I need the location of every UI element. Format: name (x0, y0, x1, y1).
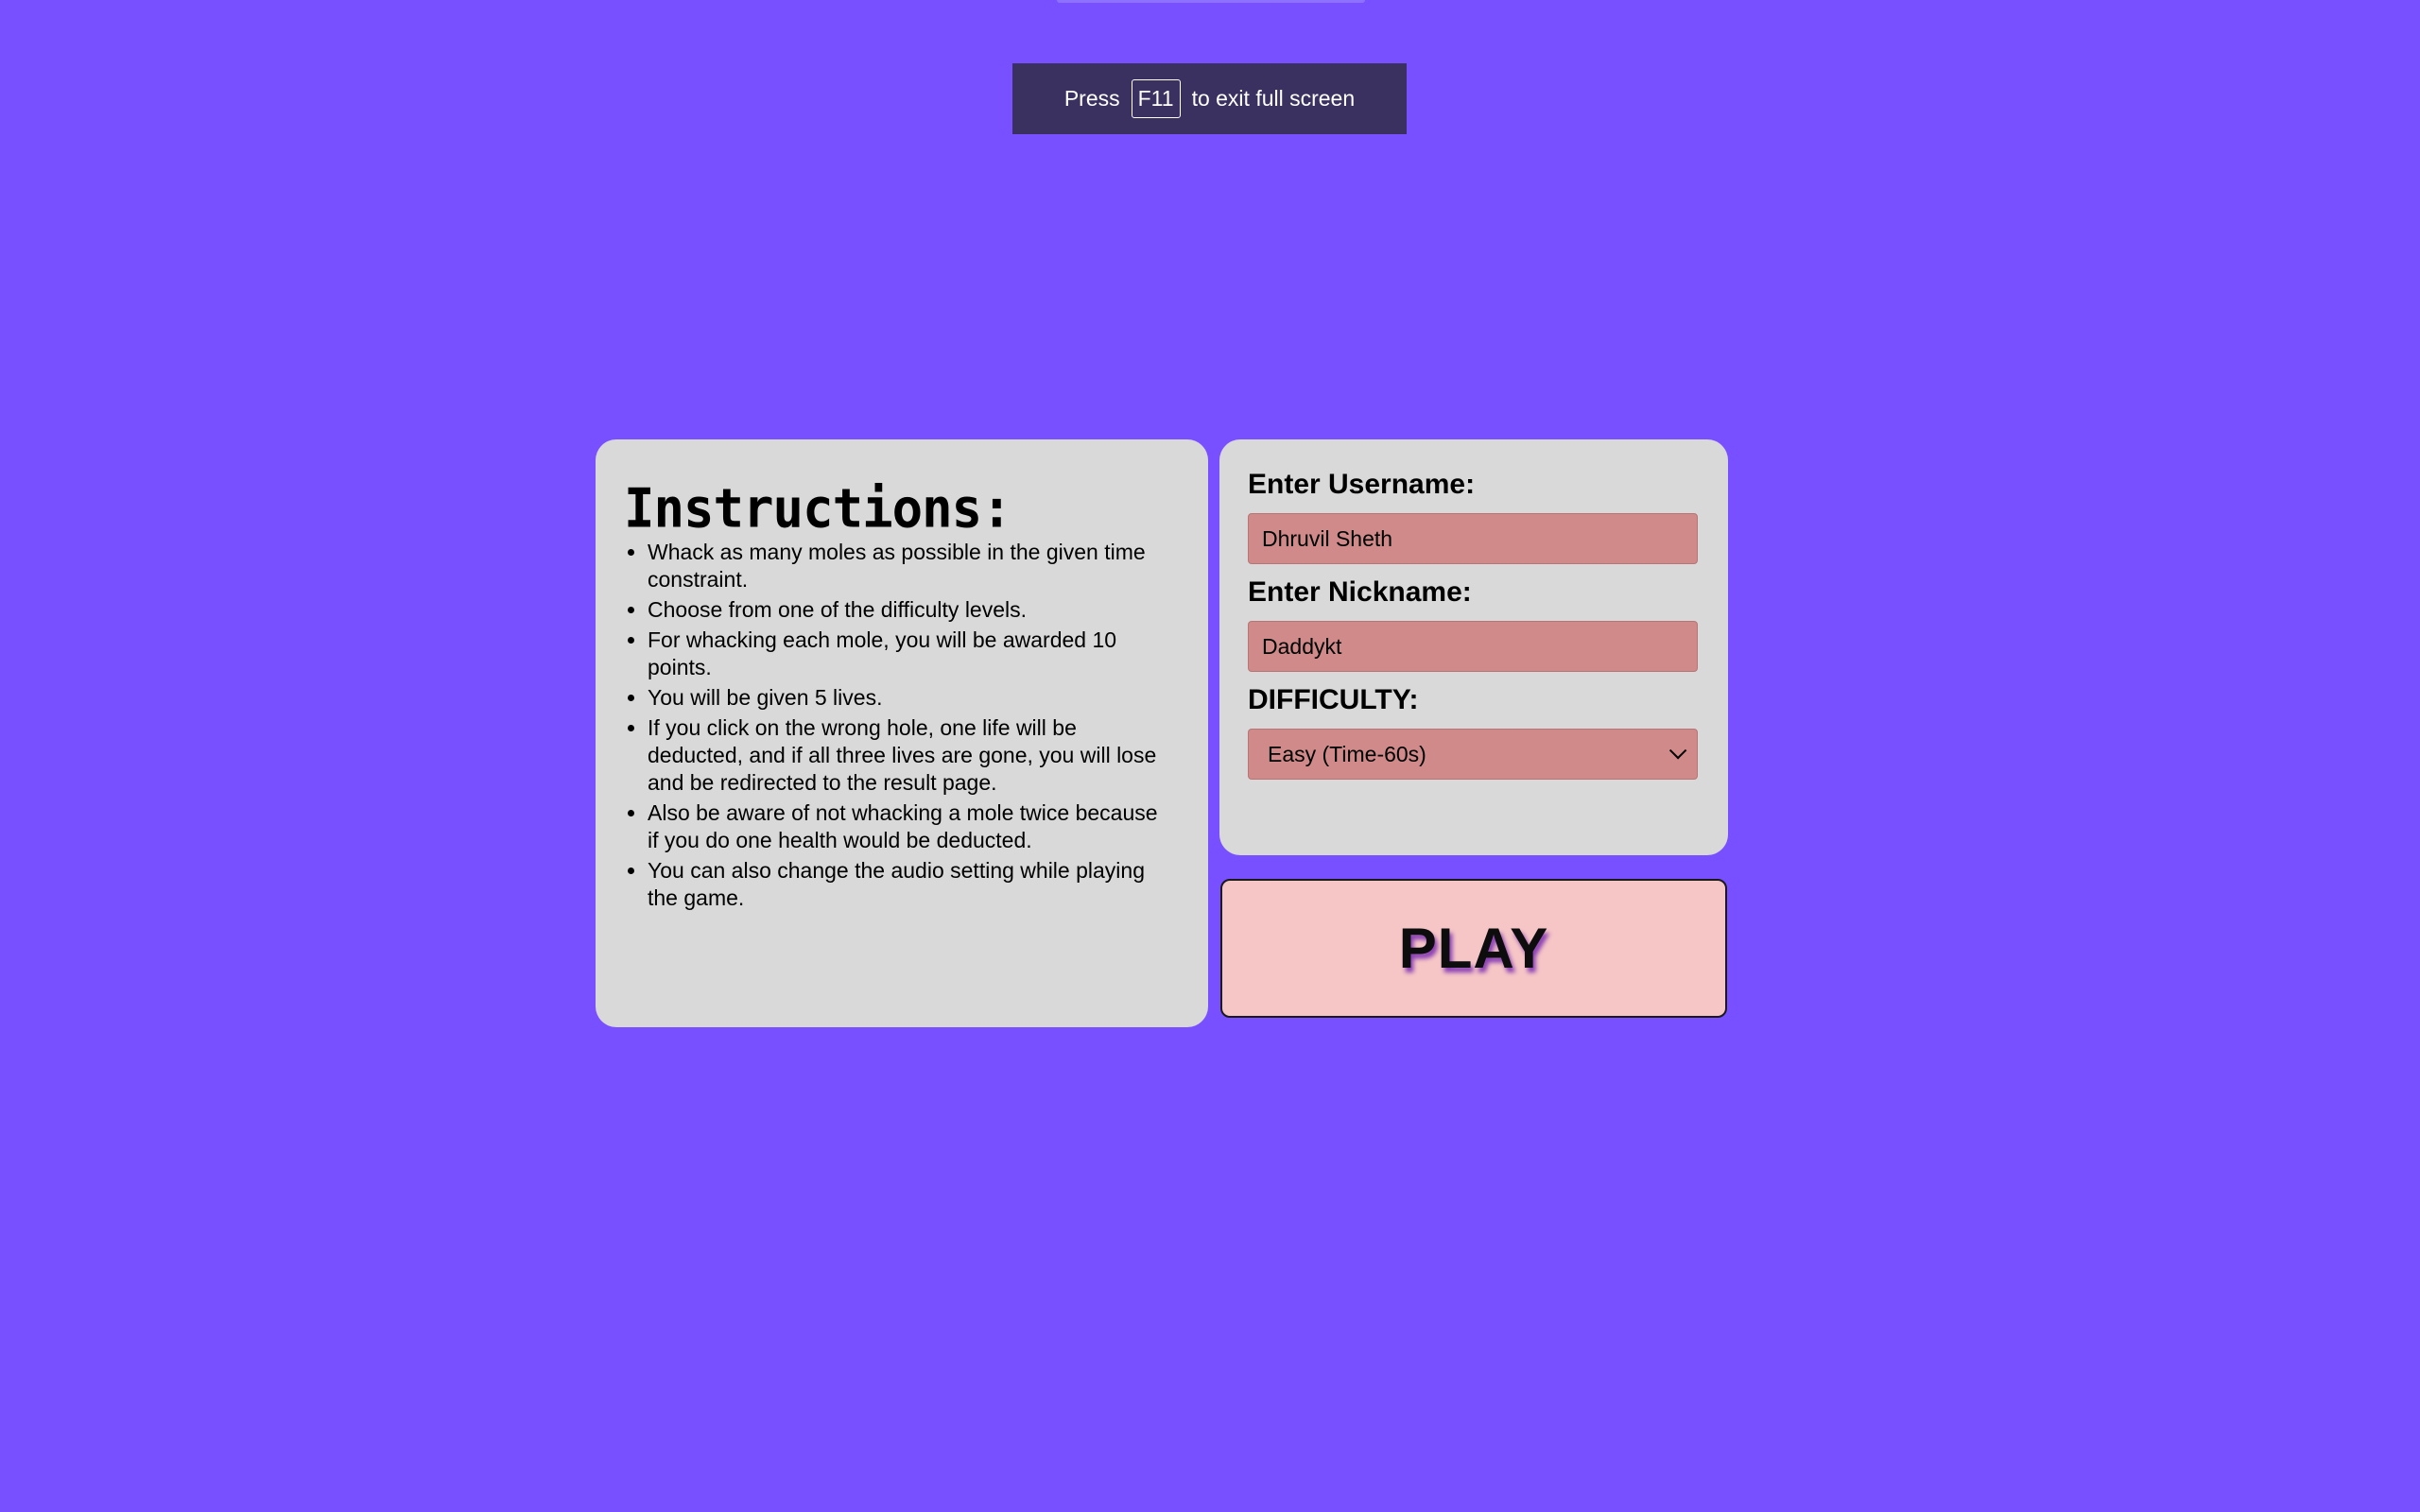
username-label: Enter Username: (1248, 469, 1476, 500)
fullscreen-banner: Press F11 to exit full screen (1012, 63, 1407, 134)
fullscreen-banner-prefix: Press (1063, 86, 1120, 111)
difficulty-label: DIFFICULTY: (1248, 684, 1419, 715)
instructions-panel: Instructions: Whack as many moles as pos… (596, 439, 1208, 1027)
difficulty-selected-value: Easy (Time-60s) (1268, 741, 1426, 766)
instruction-item: Choose from one of the difficulty levels… (648, 596, 1158, 624)
chevron-down-icon (1668, 741, 1687, 759)
username-input[interactable] (1248, 513, 1698, 564)
nickname-input[interactable] (1248, 621, 1698, 672)
instructions-list: Whack as many moles as possible in the g… (624, 539, 1158, 912)
difficulty-select[interactable]: Easy (Time-60s) (1248, 729, 1698, 780)
instruction-item: Whack as many moles as possible in the g… (648, 539, 1158, 593)
instruction-item: For whacking each mole, you will be awar… (648, 627, 1158, 681)
top-edge-indicator (1057, 0, 1365, 3)
instruction-item: You will be given 5 lives. (648, 684, 1158, 712)
instruction-item: If you click on the wrong hole, one life… (648, 714, 1158, 797)
instruction-item: You can also change the audio setting wh… (648, 857, 1158, 912)
nickname-label: Enter Nickname: (1248, 576, 1472, 608)
player-form: Enter Username: Enter Nickname: DIFFICUL… (1219, 439, 1728, 855)
f11-key-badge: F11 (1131, 79, 1181, 118)
play-button[interactable]: PLAY (1220, 879, 1727, 1018)
instructions-title: Instructions: (624, 476, 1012, 540)
fullscreen-banner-suffix: to exit full screen (1191, 86, 1356, 111)
instruction-item: Also be aware of not whacking a mole twi… (648, 799, 1158, 854)
